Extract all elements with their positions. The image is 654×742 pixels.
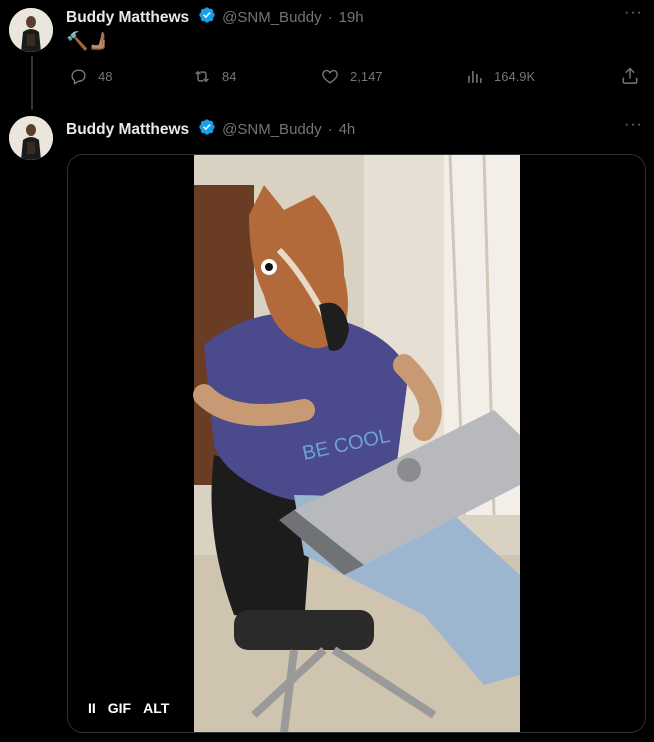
avatar-image (9, 116, 53, 160)
tweet-header: Buddy Matthews @SNM_Buddy · 19h (66, 6, 364, 29)
thread-connector (31, 56, 33, 110)
gif-frame: BE COOL (68, 155, 645, 732)
more-options-icon[interactable]: ··· (624, 116, 643, 134)
alt-text-button[interactable]: ALT (143, 700, 169, 716)
avatar[interactable] (9, 116, 53, 160)
author-handle[interactable]: @SNM_Buddy (222, 121, 321, 138)
share-icon (622, 67, 638, 84)
author-name[interactable]: Buddy Matthews (66, 121, 189, 139)
author-handle[interactable]: @SNM_Buddy (222, 9, 321, 26)
views-count: 164.9K (494, 69, 536, 84)
tweet-header: Buddy Matthews @SNM_Buddy · 4h (66, 118, 355, 141)
verified-badge-icon (198, 118, 216, 141)
separator-dot: · (327, 121, 333, 138)
like-button[interactable]: 2,147 (320, 67, 383, 86)
retweet-count: 84 (222, 69, 237, 84)
verified-badge-icon (198, 6, 216, 29)
author-name[interactable]: Buddy Matthews (66, 9, 189, 27)
tweet-text: 🔨🫸🏽 (66, 31, 111, 51)
avatar-image (9, 8, 53, 52)
reply-button[interactable]: 48 (69, 67, 112, 86)
timestamp[interactable]: 19h (339, 9, 364, 26)
views-button[interactable]: 164.9K (465, 67, 535, 86)
gif-badge: GIF (107, 700, 132, 716)
like-count: 2,147 (350, 69, 383, 84)
reply-count: 48 (98, 69, 113, 84)
avatar[interactable] (9, 8, 53, 52)
retweet-icon (195, 70, 209, 83)
pause-button[interactable]: II (88, 700, 96, 716)
heart-icon (322, 69, 338, 84)
retweet-button[interactable]: 84 (192, 67, 236, 86)
share-button[interactable] (620, 66, 640, 86)
separator-dot: · (327, 9, 333, 26)
gif-controls: II GIF ALT (88, 700, 169, 716)
more-options-icon[interactable]: ··· (624, 4, 643, 22)
analytics-icon (468, 70, 482, 83)
reply-icon (71, 69, 86, 85)
timestamp[interactable]: 4h (339, 121, 356, 138)
gif-media[interactable]: BE COOL II GIF ALT (67, 154, 646, 733)
